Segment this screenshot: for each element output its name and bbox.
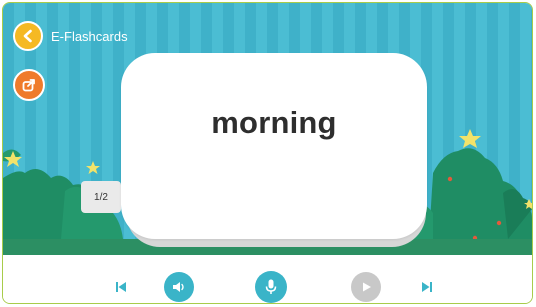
skip-next-icon <box>422 282 432 292</box>
flashcard-word: morning <box>211 105 337 140</box>
audio-button[interactable] <box>164 272 194 302</box>
app-window: E-Flashcards 1/2 morning <box>2 2 533 304</box>
star-icon <box>459 129 481 148</box>
play-icon <box>363 282 371 292</box>
microphone-icon <box>265 279 277 294</box>
next-button[interactable] <box>419 279 435 295</box>
card-counter: 1/2 <box>81 181 121 213</box>
star-icon <box>86 161 100 174</box>
previous-button[interactable] <box>113 279 129 295</box>
share-icon <box>22 79 35 92</box>
speaker-icon <box>173 282 184 292</box>
play-button[interactable] <box>351 272 381 302</box>
chevron-left-icon <box>23 29 32 43</box>
playback-controls <box>3 255 532 303</box>
page-title: E-Flashcards <box>51 29 128 44</box>
record-button[interactable] <box>255 271 287 303</box>
share-button[interactable] <box>13 69 45 101</box>
back-button[interactable] <box>13 21 43 51</box>
flashcard[interactable]: morning <box>121 53 427 239</box>
skip-previous-icon <box>116 282 126 292</box>
